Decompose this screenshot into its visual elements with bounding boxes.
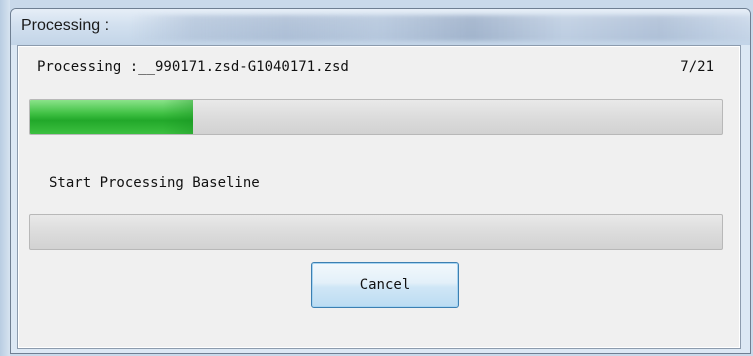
baseline-progress-bar	[29, 214, 723, 250]
current-file-label: Processing :__990171.zsd-G1040171.zsd	[37, 59, 349, 75]
background-edge	[0, 0, 10, 356]
file-counter: 7/21	[680, 59, 714, 75]
cancel-button[interactable]: Cancel	[311, 262, 459, 308]
baseline-status-label: Start Processing Baseline	[49, 175, 260, 191]
window-title: Processing :	[21, 17, 110, 34]
title-bar-background-blur	[131, 15, 750, 41]
file-progress-bar	[29, 99, 723, 135]
file-progress-fill	[30, 100, 193, 134]
title-bar[interactable]: Processing :	[11, 9, 750, 45]
processing-dialog: Processing : Processing :__990171.zsd-G1…	[10, 8, 751, 354]
